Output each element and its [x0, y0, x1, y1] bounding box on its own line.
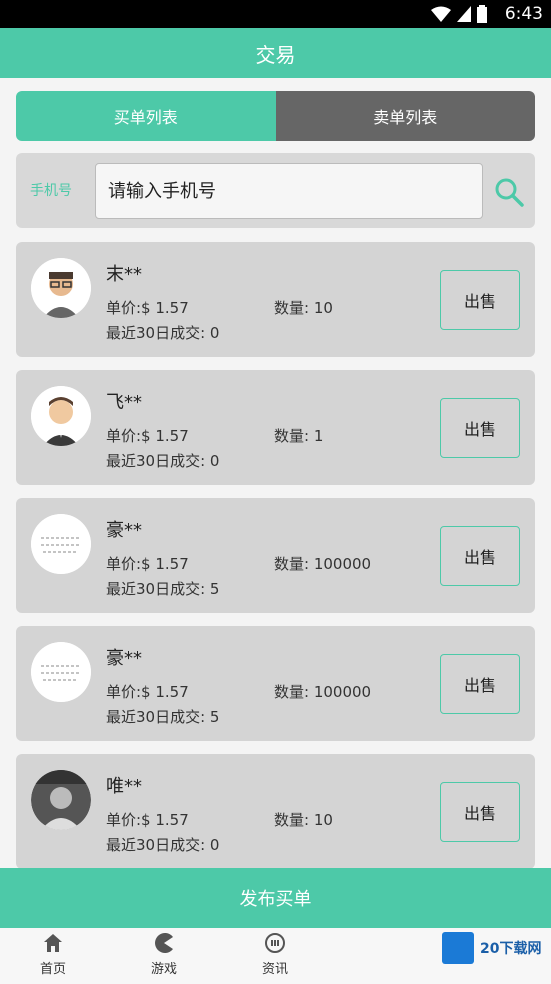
- status-time: 6:43: [504, 4, 543, 24]
- recent-trades: 最近30日成交: 0: [106, 452, 220, 470]
- site-watermark: 20下载网: [442, 932, 541, 964]
- user-name: 唯**: [106, 776, 142, 797]
- status-icons: [431, 5, 487, 23]
- nav-label-games: 游戏: [150, 962, 177, 977]
- quantity: 数量: 100000: [274, 683, 372, 701]
- search-icon[interactable]: [494, 177, 524, 207]
- unit-price: 单价:$ 1.57: [106, 683, 189, 701]
- sell-button[interactable]: 出售: [440, 270, 520, 330]
- order-card: 末** 单价:$ 1.57 数量: 10 最近30日成交: 0 出售: [16, 242, 535, 357]
- order-card: 飞** 单价:$ 1.57 数量: 1 最近30日成交: 0 出售: [16, 370, 535, 485]
- logo-icon: [442, 932, 474, 964]
- unit-price: 单价:$ 1.57: [106, 427, 189, 445]
- quantity: 数量: 100000: [274, 555, 372, 573]
- user-name: 飞**: [106, 392, 142, 413]
- pacman-icon: [155, 933, 173, 953]
- unit-price: 单价:$ 1.57: [106, 555, 189, 573]
- recent-trades: 最近30日成交: 5: [106, 708, 220, 726]
- home-icon: [44, 934, 62, 952]
- tab-sell-list[interactable]: 卖单列表: [275, 91, 535, 141]
- avatar: [31, 642, 91, 702]
- tab-buy-list[interactable]: 买单列表: [16, 91, 276, 141]
- avatar: [31, 770, 91, 830]
- quantity: 数量: 10: [274, 811, 333, 829]
- status-bar: 6:43: [0, 0, 551, 28]
- battery-icon: [477, 5, 487, 23]
- avatar: [31, 514, 91, 574]
- quantity: 数量: 1: [274, 427, 324, 445]
- sell-button[interactable]: 出售: [440, 654, 520, 714]
- wifi-icon: [431, 6, 451, 22]
- avatar: [31, 386, 91, 446]
- nav-item-games[interactable]: 游戏: [134, 932, 194, 977]
- signal-icon: [457, 6, 471, 22]
- avatar: [31, 258, 91, 318]
- order-card: 豪** 单价:$ 1.57 数量: 100000 最近30日成交: 5 出售: [16, 626, 535, 741]
- nav-item-home[interactable]: 首页: [23, 932, 83, 977]
- phone-search-input[interactable]: [95, 163, 483, 219]
- user-name: 末**: [106, 264, 142, 285]
- order-card: 豪** 单价:$ 1.57 数量: 100000 最近30日成交: 5 出售: [16, 498, 535, 613]
- quantity: 数量: 10: [274, 299, 333, 317]
- unit-price: 单价:$ 1.57: [106, 299, 189, 317]
- search-bar: 手机号: [16, 153, 535, 228]
- unit-price: 单价:$ 1.57: [106, 811, 189, 829]
- nav-item-news[interactable]: 资讯: [245, 932, 305, 977]
- publish-buy-order-button[interactable]: 发布买单: [0, 868, 551, 928]
- watermark-text: 20下载网: [480, 941, 542, 957]
- recent-trades: 最近30日成交: 0: [106, 324, 220, 342]
- news-icon: [265, 933, 285, 953]
- recent-trades: 最近30日成交: 5: [106, 580, 220, 598]
- sell-button[interactable]: 出售: [440, 398, 520, 458]
- sell-button[interactable]: 出售: [440, 782, 520, 842]
- nav-label-news: 资讯: [261, 962, 288, 977]
- nav-label-home: 首页: [39, 962, 66, 977]
- page-title: 交易: [0, 28, 551, 78]
- recent-trades: 最近30日成交: 0: [106, 836, 220, 854]
- user-name: 豪**: [106, 648, 142, 669]
- order-card: 唯** 单价:$ 1.57 数量: 10 最近30日成交: 0 出售: [16, 754, 535, 869]
- search-label: 手机号: [30, 183, 72, 199]
- sell-button[interactable]: 出售: [440, 526, 520, 586]
- user-name: 豪**: [106, 520, 142, 541]
- tab-bar: 买单列表 卖单列表: [16, 91, 535, 141]
